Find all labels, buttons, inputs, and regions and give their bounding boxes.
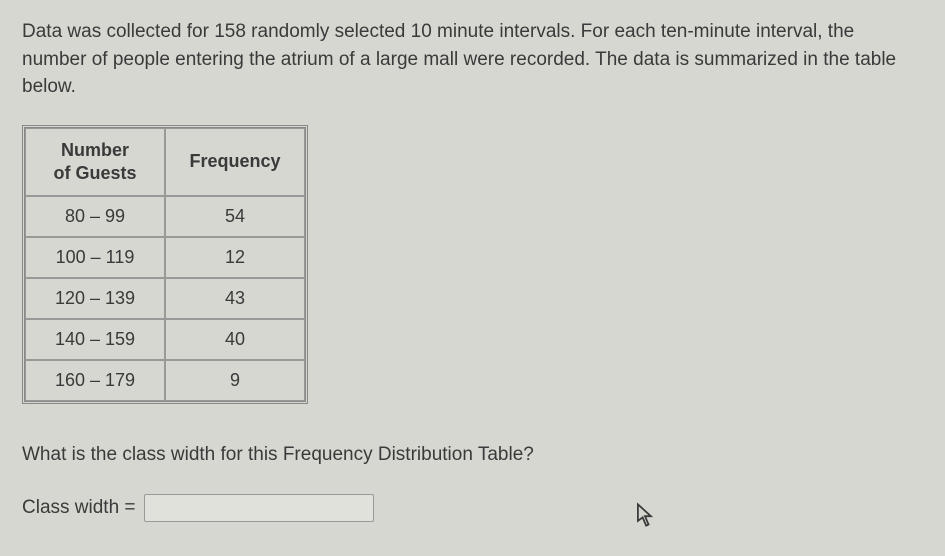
answer-label: Class width = [22, 497, 136, 519]
question-text: What is the class width for this Frequen… [22, 444, 923, 466]
answer-row: Class width = [22, 494, 923, 522]
cell-range: 80 – 99 [25, 196, 165, 237]
cell-freq: 54 [165, 196, 305, 237]
cell-freq: 43 [165, 278, 305, 319]
cell-range: 160 – 179 [25, 360, 165, 401]
table-header-frequency: Frequency [165, 128, 305, 197]
header-line2: of Guests [53, 163, 136, 183]
table-row: 120 – 139 43 [25, 278, 305, 319]
table-row: 100 – 119 12 [25, 237, 305, 278]
cursor-icon [635, 502, 655, 528]
cell-range: 120 – 139 [25, 278, 165, 319]
class-width-input[interactable] [144, 494, 374, 522]
problem-statement: Data was collected for 158 randomly sele… [22, 18, 923, 101]
table-row: 80 – 99 54 [25, 196, 305, 237]
cell-range: 140 – 159 [25, 319, 165, 360]
table-row: 140 – 159 40 [25, 319, 305, 360]
cell-freq: 12 [165, 237, 305, 278]
cell-range: 100 – 119 [25, 237, 165, 278]
table-row: 160 – 179 9 [25, 360, 305, 401]
cell-freq: 9 [165, 360, 305, 401]
table-header-guests: Number of Guests [25, 128, 165, 197]
cell-freq: 40 [165, 319, 305, 360]
header-line1: Number [61, 140, 129, 160]
frequency-table: Number of Guests Frequency 80 – 99 54 10… [22, 125, 308, 405]
